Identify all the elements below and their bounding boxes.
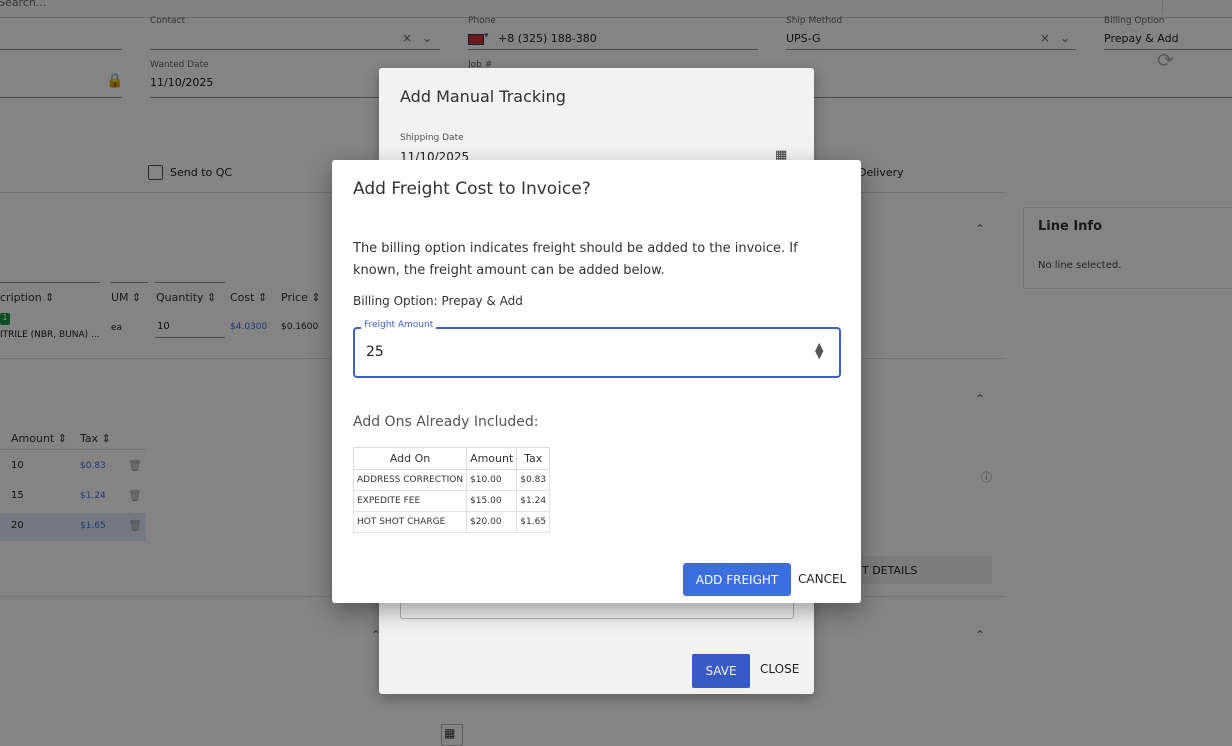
- freight-amount-input[interactable]: [353, 327, 841, 378]
- add-freight-dialog: Add Freight Cost to Invoice? The billing…: [332, 160, 861, 603]
- addons-title: Add Ons Already Included:: [353, 414, 539, 430]
- col-header-amount: Amount: [466, 447, 518, 470]
- addon-tax: $1.24: [516, 490, 551, 512]
- table-row: EXPEDITE FEE $15.00 $1.24: [352, 490, 551, 512]
- addon-tax: $0.83: [516, 469, 551, 491]
- addon-tax: $1.65: [516, 511, 551, 533]
- addon-name: HOT SHOT CHARGE: [352, 511, 468, 533]
- cancel-button[interactable]: CANCEL: [798, 572, 846, 586]
- addon-amount: $15.00: [466, 490, 518, 512]
- freight-amount-value[interactable]: 25: [366, 344, 384, 360]
- table-row: ADDRESS CORRECTION $10.00 $0.83: [352, 469, 551, 491]
- addon-amount: $10.00: [466, 469, 518, 491]
- billing-option-text: Billing Option: Prepay & Add: [353, 294, 523, 308]
- table-row: HOT SHOT CHARGE $20.00 $1.65: [352, 511, 551, 533]
- dialog-title: Add Freight Cost to Invoice?: [353, 179, 591, 199]
- add-freight-button[interactable]: ADD FREIGHT: [683, 563, 791, 596]
- col-header-add-on: Add On: [352, 447, 468, 470]
- addon-name: ADDRESS CORRECTION: [352, 469, 468, 491]
- addons-table: Add On Amount Tax ADDRESS CORRECTION $10…: [352, 447, 551, 533]
- addon-amount: $20.00: [466, 511, 518, 533]
- col-header-tax: Tax: [516, 447, 551, 470]
- addon-name: EXPEDITE FEE: [352, 490, 468, 512]
- dialog-message: The billing option indicates freight sho…: [353, 241, 798, 278]
- spinner-icon[interactable]: ▲ ▼: [815, 341, 823, 360]
- freight-amount-label: Freight Amount: [361, 320, 437, 330]
